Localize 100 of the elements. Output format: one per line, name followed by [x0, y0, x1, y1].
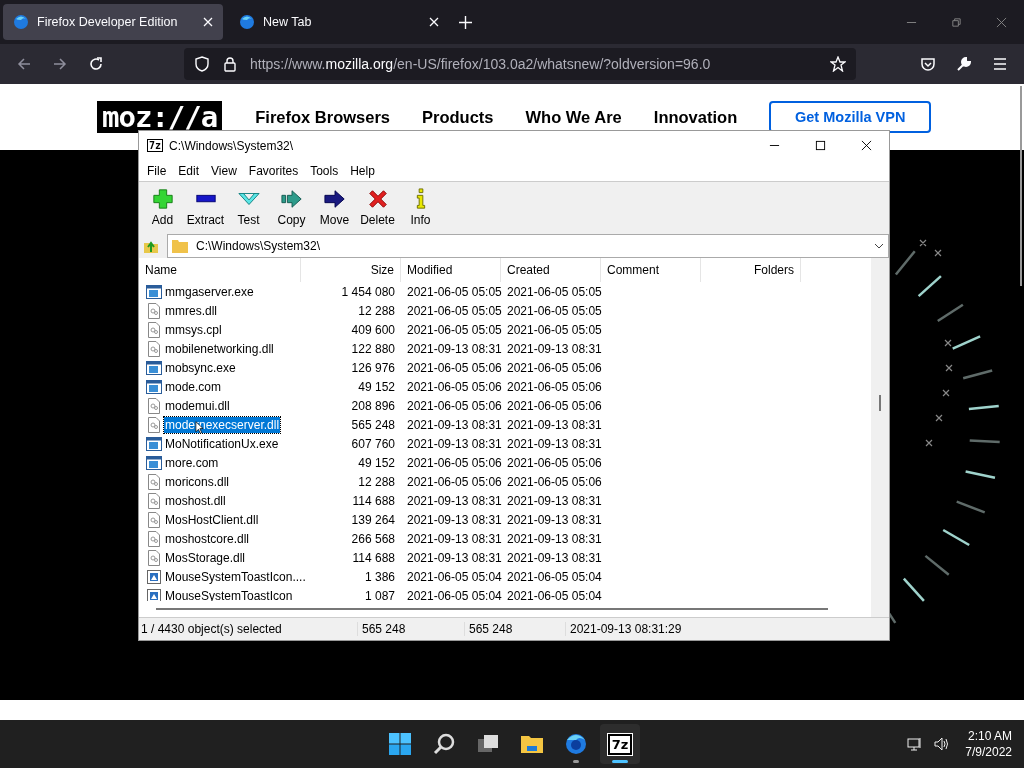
network-icon[interactable]	[907, 736, 924, 752]
file-name[interactable]: MosStorage.dll	[164, 549, 247, 566]
library-file-icon	[146, 511, 162, 528]
menu-item[interactable]: Favorites	[242, 163, 305, 178]
add-button[interactable]: Add	[141, 188, 184, 227]
info-button[interactable]: Info	[399, 188, 442, 227]
reload-icon[interactable]	[88, 56, 104, 72]
modified-cell-text: 2021-06-05 05:04	[406, 588, 501, 601]
library-file-icon	[146, 397, 162, 414]
browser-tab[interactable]: New Tab	[229, 4, 449, 40]
menu-item[interactable]: File	[141, 163, 173, 178]
created-cell-text: 2021-09-13 08:31	[506, 512, 601, 527]
copy-button[interactable]: Copy	[270, 188, 313, 227]
restore-icon[interactable]	[951, 16, 962, 28]
created-cell-text: 2021-09-13 08:31	[506, 531, 601, 546]
column-header[interactable]: Size	[301, 258, 401, 282]
file-name[interactable]: mobilenetworking.dll	[164, 340, 275, 357]
column-header[interactable]: Folders	[701, 258, 801, 282]
scrollbar-thumb[interactable]	[879, 395, 881, 411]
modified-cell-text: 2021-09-13 08:31	[406, 436, 501, 451]
file-name[interactable]: moshostcore.dll	[164, 530, 251, 547]
path-field[interactable]: C:\Windows\System32\	[167, 233, 889, 258]
close-icon[interactable]	[861, 140, 872, 151]
nav-link[interactable]: Firefox Browsers	[255, 107, 390, 127]
library-file-icon	[146, 492, 162, 509]
file-name[interactable]: mode.com	[164, 378, 223, 395]
created-cell-text: 2021-06-05 05:05	[506, 303, 601, 318]
arrow-right-icon	[280, 188, 303, 210]
volume-icon[interactable]	[933, 736, 950, 752]
extract-button[interactable]: Extract	[184, 188, 227, 227]
modified-cell-text: 2021-06-05 05:05	[406, 303, 501, 318]
library-file-icon	[146, 302, 162, 319]
nav-link[interactable]: Products	[422, 107, 494, 127]
wrench-icon[interactable]	[956, 56, 972, 72]
chevron-down-icon[interactable]	[874, 242, 884, 249]
file-name[interactable]: moshost.dll	[164, 492, 227, 509]
created-cell-text: 2021-06-05 05:05	[506, 284, 601, 299]
delete-button[interactable]: Delete	[356, 188, 399, 227]
modified-cell-text: 2021-06-05 05:04	[406, 569, 501, 584]
menu-item[interactable]: Help	[344, 163, 381, 178]
menu-icon[interactable]	[992, 56, 1008, 72]
address-bar[interactable]: https://www.mozilla.org/en-US/firefox/103.0a2/whatsnew/?oldversion=96.0	[184, 48, 856, 80]
created-cell-text: 2021-06-05 05:06	[506, 360, 601, 375]
library-file-icon	[146, 473, 162, 490]
program-icon	[146, 359, 162, 376]
test-button[interactable]: Test	[227, 188, 270, 227]
size-cell-text: 607 760	[350, 436, 396, 451]
column-header[interactable]: Comment	[601, 258, 701, 282]
move-button[interactable]: Move	[313, 188, 356, 227]
file-name[interactable]: mmres.dll	[164, 302, 218, 319]
file-name[interactable]: more.com	[164, 454, 220, 471]
created-cell-text: 2021-09-13 08:31	[506, 550, 601, 565]
modified-cell-text: 2021-09-13 08:31	[406, 550, 501, 565]
archiver-taskbar-button[interactable]: 7z	[600, 724, 640, 764]
library-file-icon	[146, 549, 162, 566]
column-header[interactable]: Modified	[401, 258, 501, 282]
size-cell-text: 208 896	[350, 398, 396, 413]
clock[interactable]: 2:10 AM 7/9/2022	[965, 728, 1012, 760]
pocket-icon[interactable]	[920, 56, 936, 72]
back-icon[interactable]	[16, 56, 32, 72]
menu-item[interactable]: Edit	[172, 163, 206, 178]
file-name[interactable]: mmgaserver.exe	[164, 283, 255, 300]
modified-cell-text: 2021-06-05 05:06	[406, 474, 501, 489]
maximize-icon[interactable]	[815, 140, 826, 151]
star-icon[interactable]	[830, 56, 846, 72]
scrollbar-thumb[interactable]	[1020, 86, 1022, 286]
file-name[interactable]: MoNotificationUx.exe	[164, 435, 280, 452]
created-cell-text: 2021-06-05 05:05	[506, 322, 601, 337]
forward-icon[interactable]	[52, 56, 68, 72]
shield-icon[interactable]	[194, 56, 210, 72]
column-header[interactable]: Name	[139, 258, 301, 282]
nav-link[interactable]: Innovation	[653, 107, 738, 127]
firefox-icon	[564, 732, 588, 756]
file-name[interactable]: MouseSystemToastIcon....	[164, 568, 307, 585]
file-name[interactable]: modemui.dll	[164, 397, 231, 414]
library-file-icon	[146, 530, 162, 547]
created-cell-text: 2021-06-05 05:06	[506, 455, 601, 470]
mozilla-logo[interactable]: moz://a	[97, 101, 223, 133]
plus-icon	[151, 188, 174, 210]
menu-item[interactable]: View	[205, 163, 243, 178]
search-icon	[432, 732, 456, 756]
modified-cell-text: 2021-09-13 08:31	[406, 531, 501, 546]
modified-cell-text: 2021-06-05 05:06	[406, 398, 501, 413]
new-tab-icon[interactable]	[459, 15, 472, 29]
file-name[interactable]: mmsys.cpl	[164, 321, 223, 338]
created-cell-text: 2021-09-13 08:31	[506, 493, 601, 508]
nav-link[interactable]: Who We Are	[525, 107, 622, 127]
vpn-button[interactable]: Get Mozilla VPN	[769, 101, 932, 133]
app-icon: 7z	[147, 139, 164, 152]
size-cell-text: 12 288	[357, 474, 396, 489]
image-file-icon	[146, 568, 162, 585]
modified-cell-text: 2021-06-05 05:06	[406, 455, 501, 470]
created-cell-text: 2021-06-05 05:04	[506, 569, 601, 584]
menu-item[interactable]: Tools	[304, 163, 345, 178]
file-name[interactable]: moricons.dll	[164, 473, 231, 490]
file-name[interactable]: mobsync.exe	[164, 359, 237, 376]
file-name[interactable]: MosHostClient.dll	[164, 511, 260, 528]
browser-tab[interactable]: Firefox Developer Edition	[3, 4, 223, 40]
column-header[interactable]: Created	[501, 258, 601, 282]
scrollbar-thumb[interactable]	[156, 608, 828, 610]
